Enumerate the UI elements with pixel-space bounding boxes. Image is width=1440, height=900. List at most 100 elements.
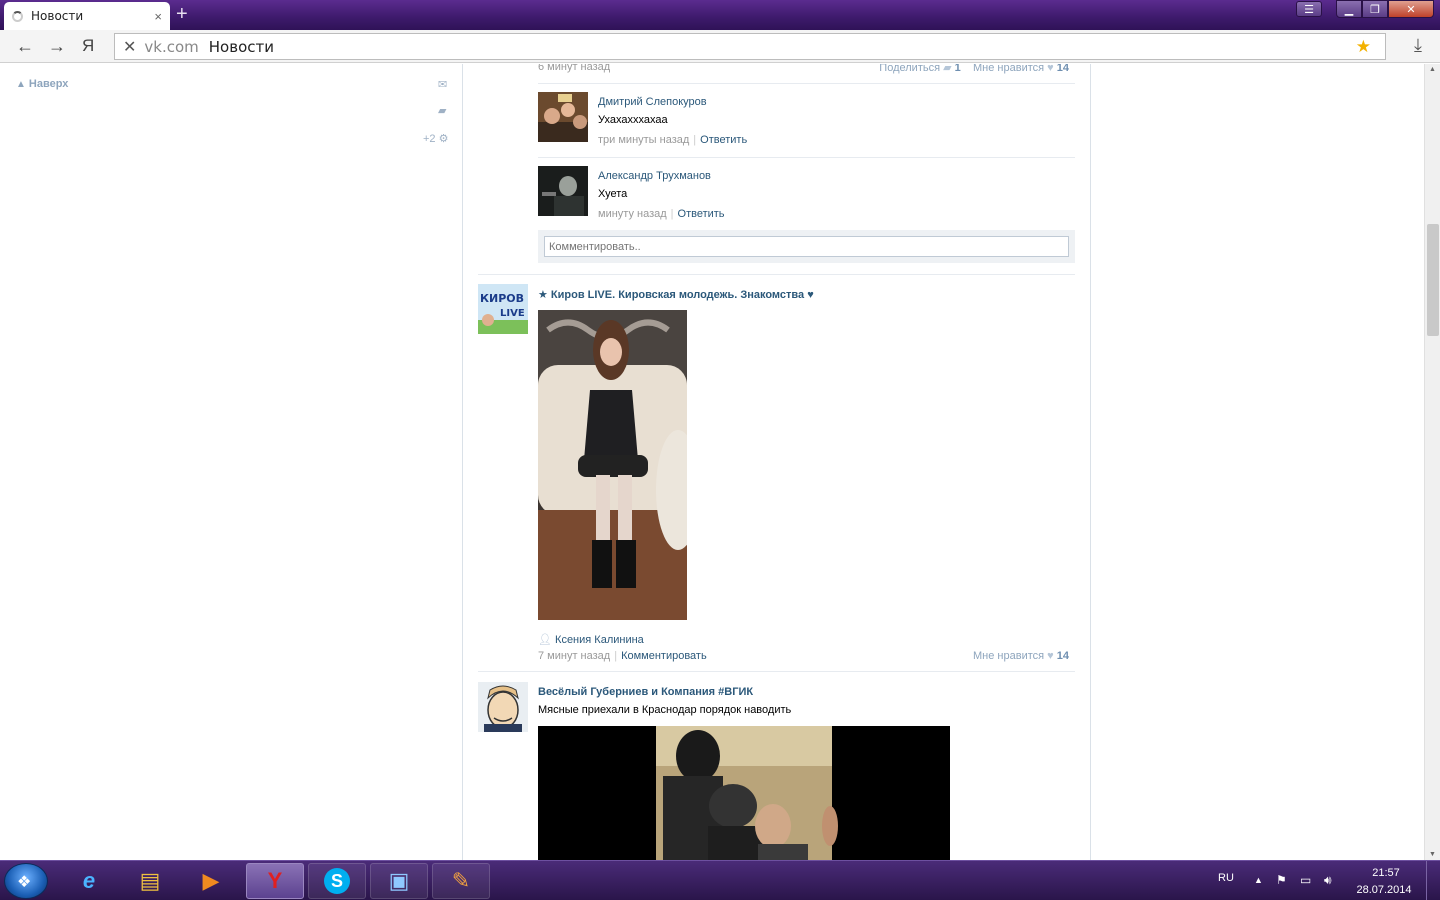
group-avatar[interactable]: КИРОВ LIVE bbox=[478, 284, 528, 334]
post-meta: 7 минут назад | Комментировать bbox=[538, 650, 707, 662]
feed-left-border bbox=[462, 64, 463, 860]
explorer-icon[interactable]: ▤ bbox=[121, 863, 179, 899]
avatar-text: КИРОВ bbox=[480, 292, 524, 305]
flag-icon[interactable]: ⚑ bbox=[1276, 873, 1287, 887]
loading-spinner-icon bbox=[12, 10, 23, 22]
windows-logo-icon: ❖ bbox=[17, 874, 32, 891]
yandex-browser-icon[interactable]: Y bbox=[246, 863, 304, 899]
post-time[interactable]: 7 минут назад bbox=[538, 650, 610, 662]
comment-input[interactable] bbox=[544, 236, 1069, 257]
arrow-up-icon: ▲ bbox=[16, 79, 26, 90]
page-scrollbar[interactable]: ▲ ▼ bbox=[1424, 64, 1440, 860]
clock-date[interactable]: 28.07.2014 bbox=[1346, 884, 1422, 896]
back-button[interactable]: ← bbox=[16, 36, 34, 56]
clock-time[interactable]: 21:57 bbox=[1356, 867, 1416, 879]
notifications-counter[interactable]: +2 ⚙ bbox=[423, 132, 448, 145]
new-tab-button[interactable]: + bbox=[176, 4, 188, 24]
feed-post: Весёлый Губерниев и Компания #ВГИК Мясны… bbox=[478, 682, 1075, 860]
messages-icon[interactable]: ✉ bbox=[438, 78, 447, 91]
minimize-button[interactable]: ▁ bbox=[1336, 0, 1362, 18]
tab-close-icon[interactable]: × bbox=[154, 9, 162, 24]
counter-label: +2 bbox=[423, 133, 436, 145]
volume-icon[interactable]: 🔊︎ bbox=[1324, 873, 1332, 888]
forward-button[interactable]: → bbox=[48, 36, 66, 56]
post-text: Мясные приехали в Краснодар порядок наво… bbox=[538, 704, 792, 716]
comment-time[interactable]: минуту назад bbox=[598, 208, 667, 220]
system-tray: RU ▲ ⚑ ▭ 🔊︎ 21:57 28.07.2014 bbox=[1210, 861, 1440, 900]
comment-meta: минуту назад | Ответить bbox=[598, 208, 725, 220]
browser-titlebar: Новости × + ☰ ▁ ❐ ✕ bbox=[0, 0, 1440, 30]
photo-viewer-icon[interactable]: ▣ bbox=[370, 863, 428, 899]
comment-meta: три минуты назад | Ответить bbox=[598, 134, 748, 146]
group-avatar[interactable] bbox=[478, 682, 528, 732]
windows-taskbar: ❖ e ▤ ▶ Y S ▣ ✎ RU ▲ ⚑ ▭ 🔊︎ 21:57 28.07.… bbox=[0, 860, 1440, 900]
comment-link[interactable]: Комментировать bbox=[621, 650, 707, 662]
close-window-button[interactable]: ✕ bbox=[1388, 0, 1434, 18]
comment-author[interactable]: Дмитрий Слепокуров bbox=[598, 96, 707, 108]
maximize-button[interactable]: ❐ bbox=[1362, 0, 1388, 18]
network-icon[interactable]: ▭ bbox=[1300, 873, 1311, 887]
person-icon: 👤︎ bbox=[538, 634, 552, 646]
scroll-thumb[interactable] bbox=[1427, 224, 1439, 336]
tagged-person[interactable]: Ксения Калинина bbox=[555, 634, 644, 646]
start-button[interactable]: ❖ bbox=[4, 863, 48, 899]
show-desktop-button[interactable] bbox=[1426, 861, 1440, 900]
download-icon[interactable]: ⤓ bbox=[1414, 35, 1422, 56]
prev-post-footer: 6 минут назад Поделиться ▰ 1 Мне нравитс… bbox=[538, 64, 1075, 75]
reply-link[interactable]: Ответить bbox=[678, 208, 725, 220]
group-name[interactable]: Весёлый Губерниев и Компания #ВГИК bbox=[538, 686, 753, 698]
window-controls: ☰ ▁ ❐ ✕ bbox=[1296, 0, 1434, 18]
post-divider bbox=[478, 671, 1075, 672]
group-name[interactable]: ★ Киров LIVE. Кировская молодежь. Знаком… bbox=[538, 288, 814, 301]
stop-icon[interactable]: ✕ bbox=[123, 37, 136, 57]
avatar[interactable] bbox=[538, 166, 588, 216]
share-button[interactable]: Поделиться ▰ 1 bbox=[879, 64, 960, 74]
comment-author[interactable]: Александр Трухманов bbox=[598, 170, 711, 182]
comment-text: Хуета bbox=[598, 188, 628, 200]
yandex-button[interactable]: Я bbox=[82, 36, 94, 56]
like-button[interactable]: Мне нравится ♥ 14 bbox=[973, 64, 1069, 74]
address-bar[interactable]: ✕ vk.com Новости ★ bbox=[114, 33, 1386, 60]
comment-text: Ухахахххахаа bbox=[598, 114, 668, 126]
like-button[interactable]: Мне нравится ♥ 14 bbox=[973, 650, 1069, 662]
svg-text:LIVE: LIVE bbox=[500, 308, 525, 319]
scroll-top-link[interactable]: ▲ Наверх bbox=[16, 78, 68, 90]
post-divider bbox=[478, 274, 1075, 275]
vk-page: ▲ Наверх ✉ ▰ +2 ⚙ 6 минут назад Поделитьс… bbox=[0, 64, 1424, 860]
heart-icon: ♥ bbox=[1047, 650, 1054, 662]
comments-icon[interactable]: ▰ bbox=[438, 104, 446, 117]
language-indicator[interactable]: RU bbox=[1218, 872, 1234, 884]
comment-time[interactable]: три минуты назад bbox=[598, 134, 689, 146]
tab-news[interactable]: Новости × bbox=[4, 2, 170, 30]
photo-tag[interactable]: 👤︎ Ксения Калинина bbox=[538, 633, 644, 646]
prev-post-time[interactable]: 6 минут назад bbox=[538, 64, 610, 73]
paint-icon[interactable]: ✎ bbox=[432, 863, 490, 899]
scroll-top-label: Наверх bbox=[28, 78, 69, 90]
media-player-icon[interactable]: ▶ bbox=[182, 863, 240, 899]
comment-item: Дмитрий Слепокуров Ухахахххахаа три мину… bbox=[538, 92, 1075, 152]
address-domain: vk.com bbox=[144, 37, 199, 56]
reply-link[interactable]: Ответить bbox=[700, 134, 747, 146]
address-page-title: Новости bbox=[208, 37, 274, 56]
bookmark-star-icon[interactable]: ★ bbox=[1356, 37, 1371, 57]
feed-post: КИРОВ LIVE ★ Киров LIVE. Кировская молод… bbox=[478, 284, 1075, 664]
share-icon: ▰ bbox=[943, 64, 952, 74]
browser-menu-button[interactable]: ☰ bbox=[1296, 1, 1322, 17]
browser-navbar: ← → Я ✕ vk.com Новости ★ ⤓ bbox=[0, 30, 1440, 63]
divider bbox=[538, 83, 1075, 84]
comment-item: Александр Трухманов Хуета минуту назад | О… bbox=[538, 166, 1075, 226]
scroll-down-icon[interactable]: ▼ bbox=[1429, 851, 1436, 858]
post-photo[interactable] bbox=[538, 310, 687, 620]
comment-box bbox=[538, 230, 1075, 263]
skype-icon[interactable]: S bbox=[308, 863, 366, 899]
tab-title: Новости bbox=[31, 9, 84, 23]
gear-icon: ⚙ bbox=[438, 133, 449, 145]
feed-right-border bbox=[1090, 64, 1091, 860]
scroll-up-icon[interactable]: ▲ bbox=[1429, 66, 1436, 73]
ie-icon[interactable]: e bbox=[60, 863, 118, 899]
heart-icon: ♥ bbox=[1047, 64, 1054, 74]
tray-expand-icon[interactable]: ▲ bbox=[1254, 875, 1263, 885]
post-video[interactable] bbox=[538, 726, 950, 860]
avatar[interactable] bbox=[538, 92, 588, 142]
prev-post-actions: Поделиться ▰ 1 Мне нравится ♥ 14 bbox=[879, 64, 1069, 74]
